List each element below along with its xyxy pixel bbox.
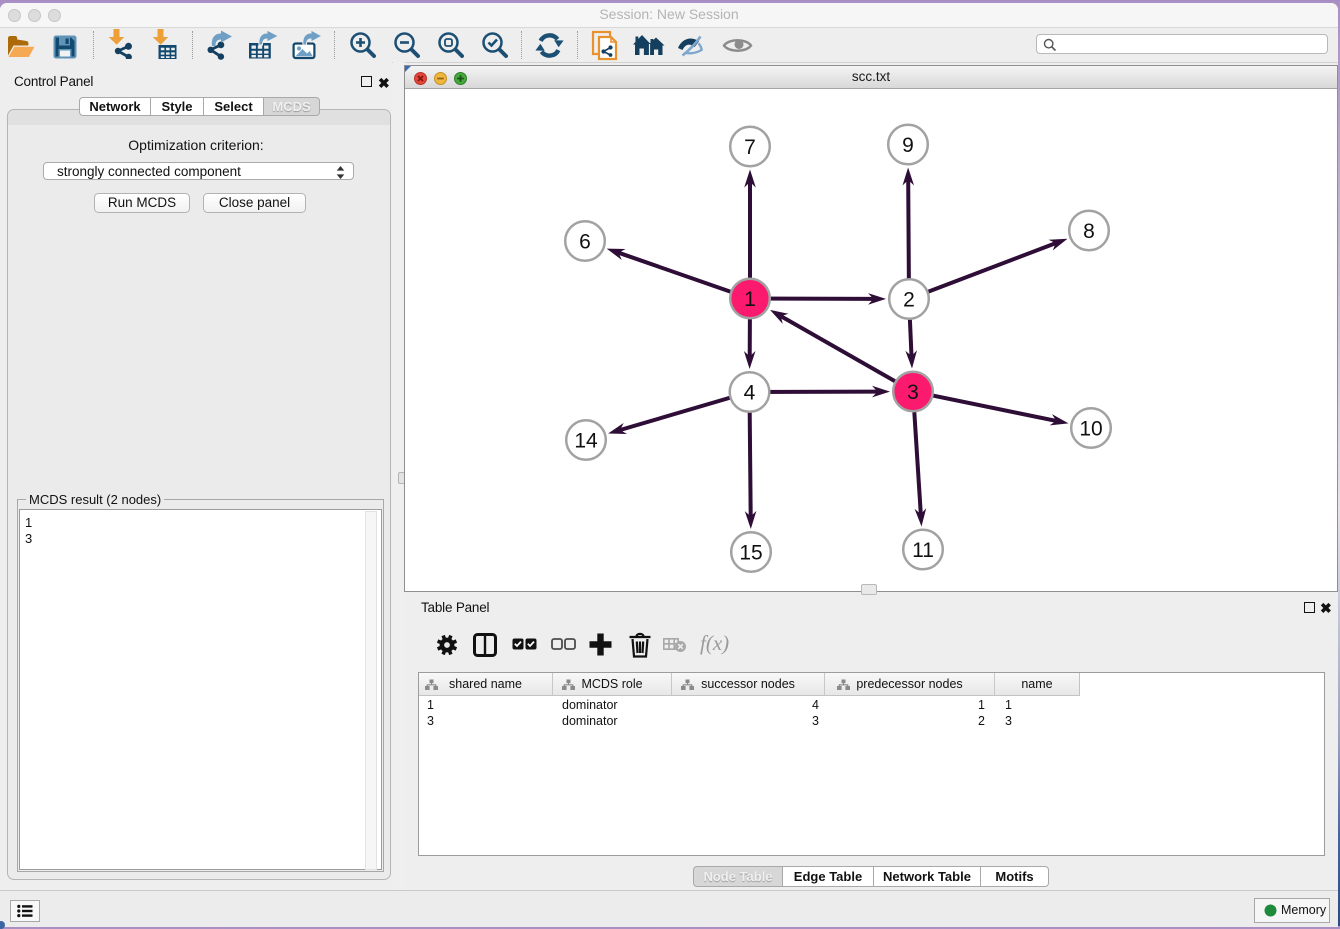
svg-text:14: 14 — [574, 430, 598, 453]
svg-text:8: 8 — [1083, 220, 1095, 243]
svg-text:7: 7 — [744, 136, 756, 159]
svg-text:15: 15 — [739, 542, 762, 565]
svg-text:2: 2 — [903, 289, 915, 312]
svg-text:10: 10 — [1079, 418, 1102, 441]
svg-text:4: 4 — [744, 382, 756, 405]
svg-text:9: 9 — [902, 134, 914, 157]
svg-text:1: 1 — [744, 288, 756, 311]
svg-text:6: 6 — [579, 231, 591, 254]
svg-text:3: 3 — [907, 381, 919, 404]
svg-text:11: 11 — [912, 539, 934, 562]
